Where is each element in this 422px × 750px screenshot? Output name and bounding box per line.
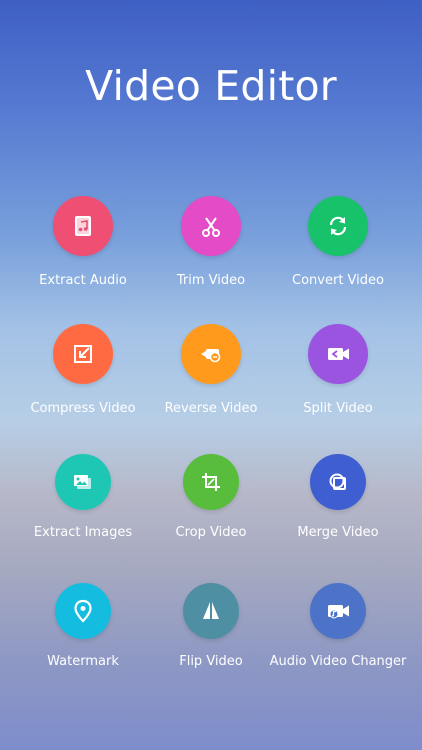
trim-video-button[interactable]: Trim Video — [141, 196, 281, 288]
watermark-circle — [55, 583, 111, 639]
images-icon — [74, 475, 91, 489]
reverse-video-circle — [181, 324, 241, 384]
crop-icon — [202, 473, 220, 491]
extract-images-circle — [55, 454, 111, 510]
compress-video-label: Compress Video — [30, 401, 136, 416]
crop-video-label: Crop Video — [175, 525, 247, 540]
tools-grid: Extract Audio Trim Video Convert Video C… — [0, 0, 422, 750]
music-file-icon — [75, 216, 91, 236]
audio-video-changer-label: Audio Video Changer — [269, 654, 407, 669]
flip-video-circle — [183, 583, 239, 639]
compress-video-circle — [53, 324, 113, 384]
merge-icon — [329, 473, 346, 490]
video-audio-icon — [328, 605, 349, 619]
merge-video-label: Merge Video — [297, 525, 379, 540]
merge-video-button[interactable]: Merge Video — [268, 454, 408, 540]
refresh-icon — [329, 216, 347, 236]
scissors-icon — [202, 217, 220, 237]
audio-video-changer-circle — [310, 583, 366, 639]
merge-video-circle — [310, 454, 366, 510]
audio-video-changer-button[interactable]: Audio Video Changer — [268, 583, 408, 669]
extract-images-button[interactable]: Extract Images — [13, 454, 153, 540]
reverse-video-label: Reverse Video — [164, 401, 258, 416]
flip-video-label: Flip Video — [179, 654, 243, 669]
reverse-video-button[interactable]: Reverse Video — [141, 324, 281, 416]
extract-audio-label: Extract Audio — [39, 273, 127, 288]
convert-video-circle — [308, 196, 368, 256]
extract-images-label: Extract Images — [33, 525, 133, 540]
compress-video-button[interactable]: Compress Video — [13, 324, 153, 416]
split-video-button[interactable]: Split Video — [268, 324, 408, 416]
watermark-button[interactable]: Watermark — [13, 583, 153, 669]
compress-icon — [74, 345, 92, 363]
location-pin-icon — [74, 599, 92, 623]
split-camera-icon — [328, 348, 349, 360]
extract-audio-circle — [53, 196, 113, 256]
convert-video-button[interactable]: Convert Video — [268, 196, 408, 288]
watermark-label: Watermark — [47, 654, 119, 669]
flip-video-button[interactable]: Flip Video — [141, 583, 281, 669]
trim-video-circle — [181, 196, 241, 256]
crop-video-circle — [183, 454, 239, 510]
split-video-circle — [308, 324, 368, 384]
extract-audio-button[interactable]: Extract Audio — [13, 196, 153, 288]
split-video-label: Split Video — [303, 401, 373, 416]
convert-video-label: Convert Video — [292, 273, 384, 288]
reverse-camera-icon — [201, 349, 221, 363]
flip-icon — [203, 602, 219, 619]
trim-video-label: Trim Video — [176, 273, 246, 288]
crop-video-button[interactable]: Crop Video — [141, 454, 281, 540]
